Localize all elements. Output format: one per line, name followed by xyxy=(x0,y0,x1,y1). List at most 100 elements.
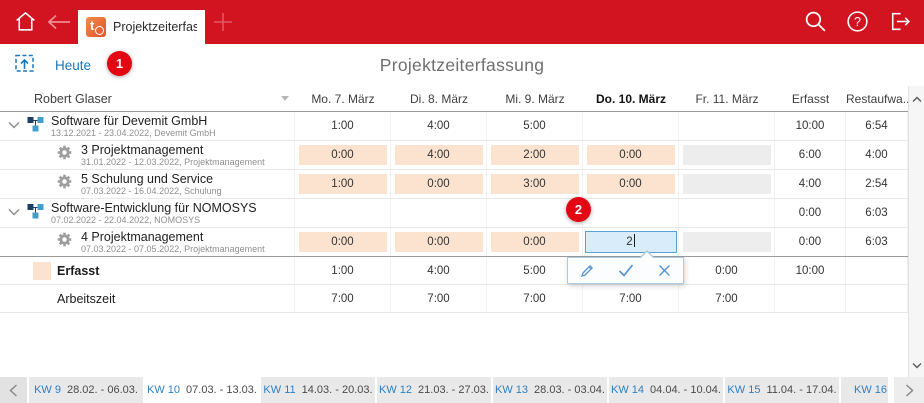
time-entry-cell-disabled xyxy=(682,232,771,252)
rest-cell: 6:03 xyxy=(846,199,908,227)
time-cell xyxy=(583,112,679,140)
time-cell: 4:00 xyxy=(391,112,487,140)
week-range: 21.03. - 27.03. xyxy=(418,384,489,396)
person-column-header[interactable]: Robert Glaser xyxy=(0,92,295,106)
time-cell: 0:00 xyxy=(487,228,583,256)
search-icon[interactable] xyxy=(803,9,828,34)
week-label: KW 14 xyxy=(611,384,645,396)
week-tab-kw14[interactable]: KW 14 04.04. - 10.04. xyxy=(609,377,723,403)
week-tab-kw9[interactable]: KW 9 28.02. - 06.03. xyxy=(29,377,143,403)
task-sub: 07.03.2022 - 16.04.2022, Schulung xyxy=(81,186,222,197)
time-entry-cell[interactable]: 0:00 xyxy=(394,232,483,252)
summary-cell: 0:00 xyxy=(679,257,775,284)
col-header-di: Di. 8. März xyxy=(409,91,468,106)
time-entry-cell[interactable]: 1:00 xyxy=(298,174,387,194)
cell-value: 6:00 xyxy=(798,149,822,161)
week-tab-kw12[interactable]: KW 12 21.03. - 27.03. xyxy=(377,377,491,403)
expand-chevron-icon[interactable] xyxy=(8,204,20,222)
week-tab-kw11[interactable]: KW 11 14.03. - 20.03. xyxy=(261,377,375,403)
week-tab-kw13[interactable]: KW 13 28.03. - 03.04. xyxy=(493,377,607,403)
time-cell xyxy=(679,170,775,198)
expand-chevron-icon[interactable] xyxy=(8,117,20,135)
cell-value: 1:00 xyxy=(331,120,354,132)
summary-cell: 1:00 xyxy=(295,257,391,284)
row-name-cell: 5 Schulung und Service 07.03.2022 - 16.0… xyxy=(0,170,295,198)
summary-name-cell: Erfasst xyxy=(0,257,295,284)
week-range: 07.03. - 13.03. xyxy=(186,384,257,396)
week-range: 14.03. - 20.03. xyxy=(301,384,373,396)
scroll-up-icon[interactable] xyxy=(912,90,922,108)
time-cell xyxy=(679,112,775,140)
row-title-block: Software-Entwicklung für NOMOSYS 07.02.2… xyxy=(51,201,257,226)
step-badge-2: 2 xyxy=(566,197,591,222)
week-tab-kw15[interactable]: KW 15 11.04. - 17.04. xyxy=(725,377,839,403)
edit-pencil-icon[interactable] xyxy=(579,262,596,279)
table-row-project-devemit[interactable]: Software für Devemit GmbH 13.12.2021 - 2… xyxy=(0,112,908,141)
week-label: KW 11 xyxy=(263,384,296,396)
tab-projektzeiterfassung[interactable]: t Projektzeiterfas... xyxy=(78,10,205,44)
cell-value: 7:00 xyxy=(715,292,738,305)
cell-value: 7:00 xyxy=(523,292,546,305)
time-cell xyxy=(391,199,487,227)
time-entry-cell-disabled xyxy=(682,145,771,165)
time-entry-cell[interactable]: 4:00 xyxy=(394,145,483,165)
time-entry-cell[interactable]: 0:00 xyxy=(298,145,387,165)
page-title: Projektzeiterfassung xyxy=(379,55,545,75)
week-prev-button[interactable] xyxy=(0,377,27,403)
recorded-color-swatch xyxy=(33,261,51,280)
week-tab-kw16[interactable]: KW 161 xyxy=(841,377,888,403)
cell-value: 10:00 xyxy=(795,120,825,132)
rest-cell: 4:00 xyxy=(846,141,908,169)
time-cell xyxy=(583,199,679,227)
home-icon[interactable] xyxy=(13,9,38,39)
col-header-mo: Mo. 7. März xyxy=(311,91,375,106)
time-entry-cell-disabled xyxy=(682,174,771,194)
scroll-down-icon[interactable] xyxy=(912,356,922,374)
week-label: KW 13 xyxy=(495,384,529,396)
task-sub: 31.01.2022 - 12.03.2022, Projektmanageme… xyxy=(81,157,265,168)
cell-value: 2:54 xyxy=(865,178,888,190)
time-cell xyxy=(679,141,775,169)
project-name: Software-Entwicklung für NOMOSYS xyxy=(51,200,257,215)
logout-icon[interactable] xyxy=(887,9,912,34)
time-entry-input-active[interactable]: 2 xyxy=(584,231,677,253)
task-sub: 07.03.2022 - 07.05.2022, Projektmanageme… xyxy=(81,244,265,255)
week-tab-kw10-selected[interactable]: KW 10 07.03. - 13.03. xyxy=(145,377,259,403)
help-icon[interactable]: ? xyxy=(845,9,870,34)
time-entry-cell[interactable]: 0:00 xyxy=(298,232,387,252)
time-entry-cell[interactable]: 2:00 xyxy=(490,145,579,165)
time-cell xyxy=(679,228,775,256)
cell-value: 6:03 xyxy=(865,236,888,248)
cancel-x-icon[interactable] xyxy=(657,263,672,278)
row-title-block: 4 Projektmanagement 07.03.2022 - 07.05.2… xyxy=(81,230,265,255)
week-next-button[interactable] xyxy=(894,377,924,403)
week-label: KW 12 xyxy=(379,384,413,396)
time-entry-cell[interactable]: 0:00 xyxy=(394,174,483,194)
table-row-task-5-schulung[interactable]: 5 Schulung und Service 07.03.2022 - 16.0… xyxy=(0,170,908,199)
table-row-project-nomosys[interactable]: Software-Entwicklung für NOMOSYS 07.02.2… xyxy=(0,199,908,228)
col-header-mi: Mi. 9. März xyxy=(505,91,565,106)
time-cell: 0:00 xyxy=(583,141,679,169)
time-entry-cell[interactable]: 0:00 xyxy=(586,145,675,165)
week-pager: KW 9 28.02. - 06.03. KW 10 07.03. - 13.03.… xyxy=(0,377,924,403)
edit-value: 2 xyxy=(626,236,633,248)
erfasst-cell: 4:00 xyxy=(775,170,846,198)
edit-confirm-popup xyxy=(567,250,684,284)
cell-value: 4:00 xyxy=(427,264,450,277)
summary-row-erfasst: Erfasst 1:00 4:00 5:00 0:00 10:00 xyxy=(0,257,908,285)
confirm-check-icon[interactable] xyxy=(617,263,635,278)
time-entry-cell[interactable]: 0:00 xyxy=(586,174,675,194)
rest-cell: 6:54 xyxy=(846,112,908,140)
back-arrow-icon[interactable] xyxy=(44,12,72,37)
time-entry-cell[interactable]: 0:00 xyxy=(490,232,579,252)
time-entry-cell[interactable]: 3:00 xyxy=(490,174,579,194)
col-header-erfasst: Erfasst xyxy=(791,91,830,106)
app-window: t Projektzeiterfas... ? Heute 1 Projektz xyxy=(0,0,924,403)
cell-value: 4:00 xyxy=(865,149,888,161)
week-label: KW 15 xyxy=(727,384,761,396)
table-row-task-3-projektmanagement[interactable]: 3 Projektmanagement 31.01.2022 - 12.03.2… xyxy=(0,141,908,170)
table-row-task-4-projektmanagement[interactable]: 4 Projektmanagement 07.03.2022 - 07.05.2… xyxy=(0,228,908,257)
new-tab-plus-icon[interactable] xyxy=(212,11,234,38)
vertical-scrollbar[interactable] xyxy=(908,86,924,378)
cell-value: 7:00 xyxy=(331,292,354,305)
